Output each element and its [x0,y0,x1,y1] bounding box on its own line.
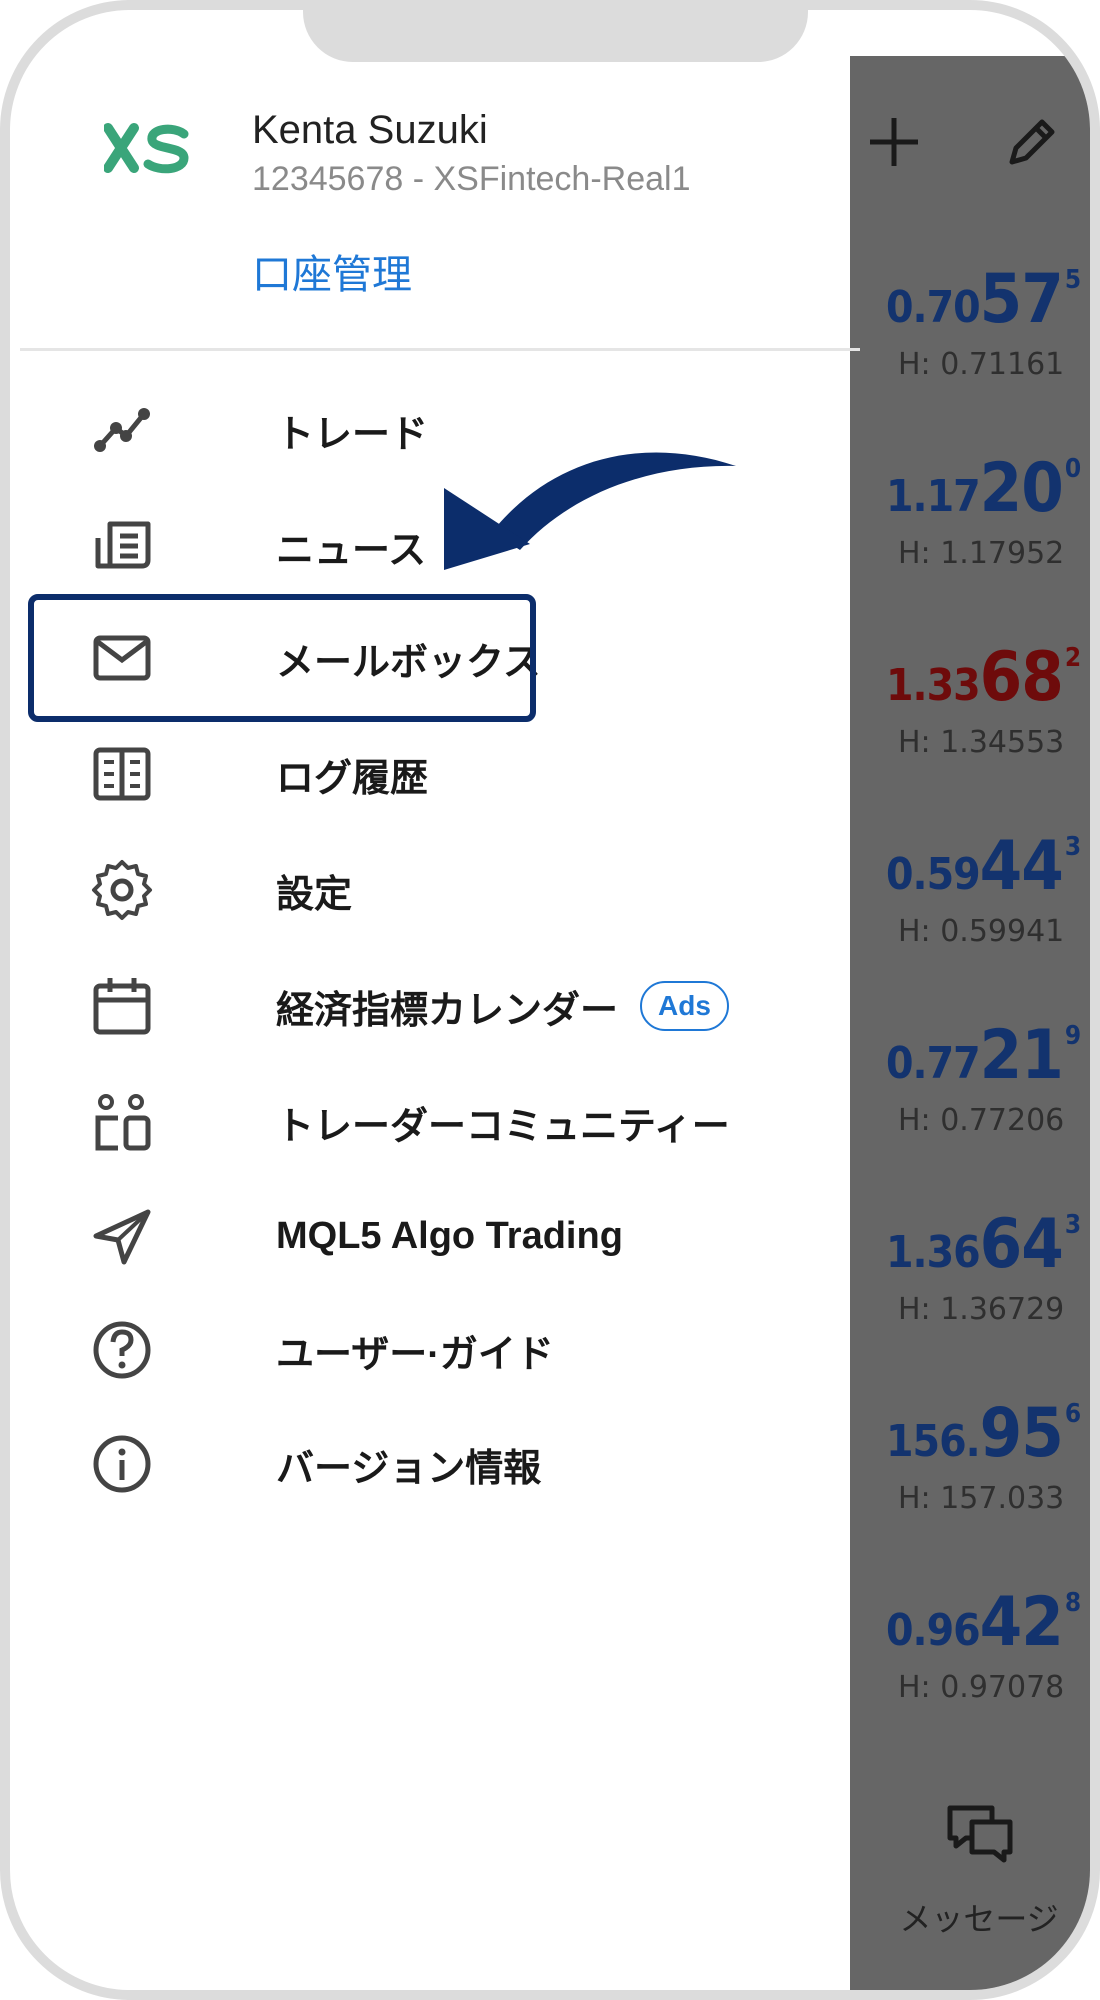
price-prefix: 1.36 [886,1227,981,1278]
price-prefix: 1.33 [886,660,981,711]
price-big-digits: 64 [979,1205,1064,1284]
menu-label: バージョン情報 [276,1447,542,1490]
price-prefix: 0.96 [886,1605,981,1656]
price-prefix: 0.59 [886,849,981,900]
phone-notch [303,10,808,62]
menu-item-settings[interactable]: 設定 [70,844,830,936]
quote-item[interactable]: 0.77219 H: 0.77206 [886,1016,1081,1138]
quote-high: H: 0.59941 [898,914,1065,949]
price-pip-digit: 3 [1064,832,1081,862]
menu-label: ログ履歴 [276,757,429,800]
pointer-arrow-icon [444,452,736,570]
menu-label: ニュース [276,529,427,572]
quote-item[interactable]: 0.70575 H: 0.71161 [886,260,1081,382]
ads-badge: Ads [640,981,729,1031]
xs-logo [104,123,189,174]
quote-price: 0.59443 [886,827,1081,906]
price-pip-digit: 9 [1064,1021,1081,1051]
price-pip-digit: 0 [1064,454,1081,484]
mailbox-highlight-box [28,594,536,722]
quote-item[interactable]: 1.33682 H: 1.34553 [886,638,1081,760]
quote-price: 0.77219 [886,1016,1081,1095]
menu-label: トレーダーコミュニティー [276,1105,730,1148]
price-pip-digit: 6 [1064,1399,1081,1429]
quote-high: H: 1.17952 [898,536,1065,571]
quote-item[interactable]: 1.17200 H: 1.17952 [886,449,1081,571]
price-big-digits: 68 [979,638,1064,717]
quote-high: H: 0.71161 [898,347,1065,382]
menu-label: MQL5 Algo Trading [276,1214,623,1257]
quote-price: 1.36643 [886,1205,1081,1284]
help-circle-icon [93,1321,151,1379]
account-management-link[interactable]: 口座管理 [252,242,412,300]
journal-icon [93,747,151,801]
price-prefix: 1.17 [886,471,981,522]
quote-price: 0.96428 [886,1583,1081,1662]
quote-high: H: 1.36729 [898,1292,1065,1327]
price-big-digits: 44 [979,827,1064,906]
quote-item[interactable]: 0.59443 H: 0.59941 [886,827,1081,949]
account-details: 12345678 - XSFintech-Real1 [252,160,691,198]
user-name: Kenta Suzuki [252,108,488,152]
price-prefix: 0.70 [886,282,981,333]
menu-label: 経済指標カレンダー [276,989,619,1032]
gear-icon [92,860,152,920]
price-pip-digit: 5 [1064,265,1081,295]
price-pip-digit: 2 [1064,643,1081,673]
price-pip-digit: 8 [1064,1588,1081,1618]
price-prefix: 156. [886,1416,981,1467]
menu-item-economic-calendar[interactable]: 経済指標カレンダー Ads [70,960,830,1052]
menu-item-version-info[interactable]: バージョン情報 [70,1418,830,1510]
quote-high: H: 0.97078 [898,1670,1065,1705]
phone-frame: 0.70575 H: 0.71161 1.17200 H: 1.17952 1.3368… [0,0,1100,2000]
price-prefix: 0.77 [886,1038,981,1089]
price-big-digits: 57 [979,260,1064,339]
price-big-digits: 21 [979,1016,1064,1095]
community-icon [95,1094,151,1151]
quote-high: H: 1.34553 [898,725,1065,760]
messages-label[interactable]: メッセージ [894,1894,1064,1940]
menu-label: 設定 [276,873,353,916]
plus-icon[interactable] [862,110,926,174]
quote-price: 0.70575 [886,260,1081,339]
quote-item[interactable]: 0.96428 H: 0.97078 [886,1583,1081,1705]
quote-item[interactable]: 1.36643 H: 1.36729 [886,1205,1081,1327]
price-big-digits: 95 [979,1394,1064,1473]
price-pip-digit: 3 [1064,1210,1081,1240]
price-big-digits: 20 [979,449,1064,528]
price-big-digits: 42 [979,1583,1064,1662]
messages-icon[interactable] [944,1802,1016,1866]
menu-item-mql5-algo-trading[interactable]: MQL5 Algo Trading [70,1190,830,1282]
menu-label: ユーザー·ガイド [276,1333,554,1376]
news-icon [95,521,151,569]
quote-price: 1.17200 [886,449,1081,528]
pencil-icon[interactable] [1000,110,1064,174]
quote-price: 156.956 [886,1394,1081,1473]
menu-label: トレード [276,413,429,456]
quote-item[interactable]: 156.956 H: 157.033 [886,1394,1081,1516]
menu-item-trader-community[interactable]: トレーダーコミュニティー [70,1076,830,1168]
paper-plane-icon [93,1209,151,1265]
info-circle-icon [93,1435,151,1493]
quote-price: 1.33682 [886,638,1081,717]
menu-item-user-guide[interactable]: ユーザー·ガイド [70,1304,830,1396]
navigation-drawer: Kenta Suzuki 12345678 - XSFintech-Real1 … [10,10,860,1990]
calendar-icon [93,978,151,1035]
quote-high: H: 157.033 [898,1481,1065,1516]
quote-high: H: 0.77206 [898,1103,1065,1138]
trade-chart-icon [94,408,150,452]
header-divider [20,348,860,351]
menu-item-journal[interactable]: ログ履歴 [70,728,830,820]
